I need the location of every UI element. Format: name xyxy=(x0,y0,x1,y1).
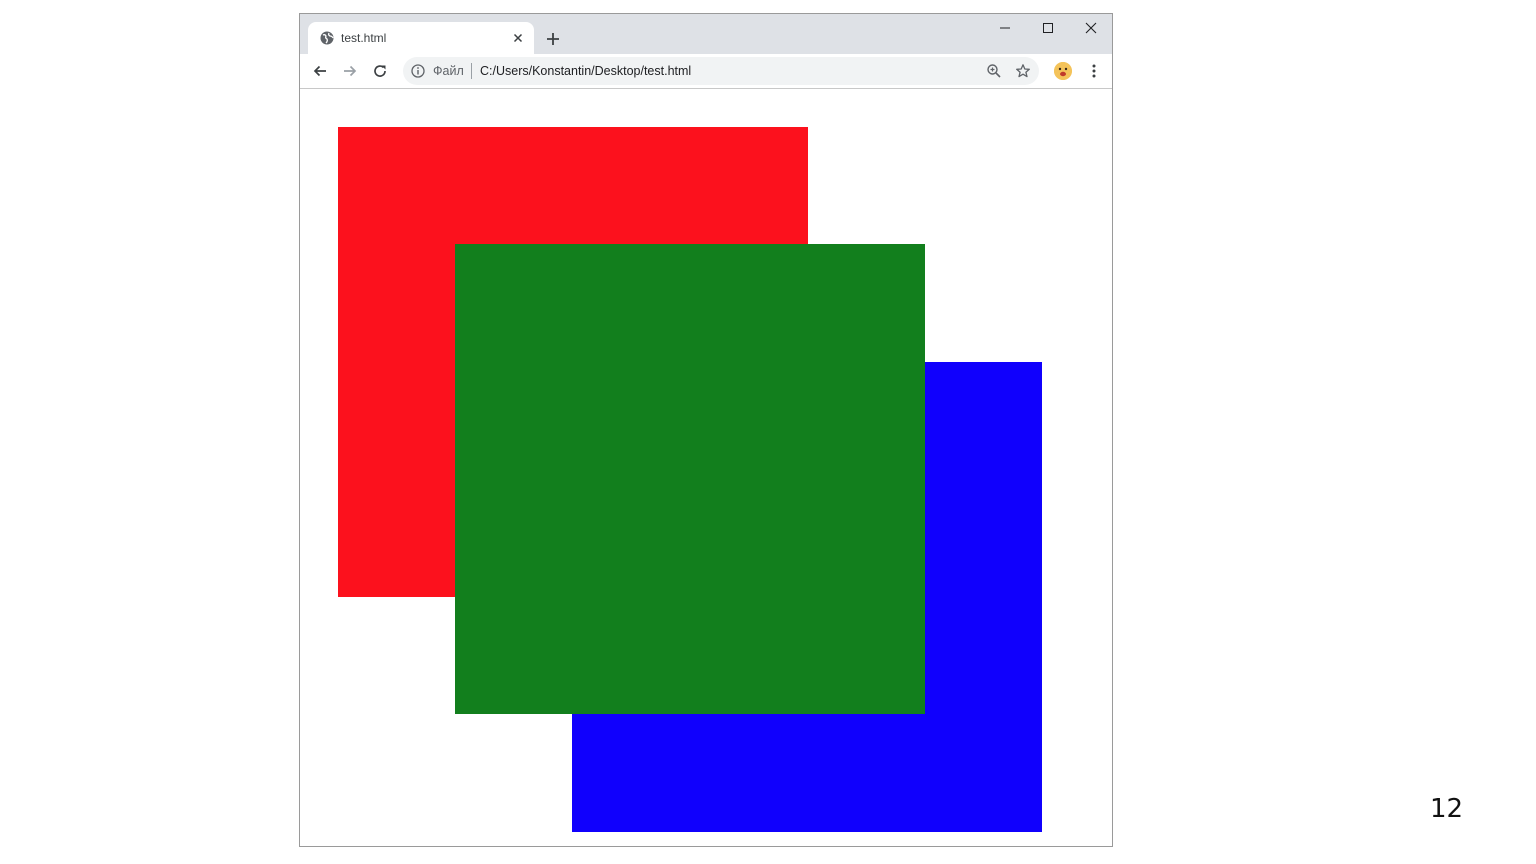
address-url[interactable]: C:/Users/Konstantin/Desktop/test.html xyxy=(480,64,691,78)
minimize-icon[interactable] xyxy=(983,14,1026,42)
avatar-icon[interactable] xyxy=(1054,62,1072,80)
address-separator xyxy=(471,63,472,79)
address-bar[interactable]: Файл C:/Users/Konstantin/Desktop/test.ht… xyxy=(403,57,1039,85)
star-icon[interactable] xyxy=(1015,63,1031,79)
browser-window: test.html Файл C:/Users/Konstantin/Deskt… xyxy=(299,13,1113,847)
info-icon[interactable] xyxy=(410,63,426,79)
browser-toolbar: Файл C:/Users/Konstantin/Desktop/test.ht… xyxy=(300,54,1112,89)
arrow-right-icon[interactable] xyxy=(340,61,360,81)
maximize-icon[interactable] xyxy=(1026,14,1069,42)
arrow-left-icon[interactable] xyxy=(310,61,330,81)
plus-icon[interactable] xyxy=(543,29,563,49)
slide-number: 12 xyxy=(1430,794,1464,824)
browser-tab[interactable]: test.html xyxy=(308,22,534,54)
slide: test.html Файл C:/Users/Konstantin/Deskt… xyxy=(0,0,1536,864)
globe-icon xyxy=(319,30,335,46)
close-icon[interactable] xyxy=(1069,14,1112,42)
address-scheme: Файл xyxy=(433,64,464,78)
page-viewport xyxy=(300,89,1112,846)
window-controls xyxy=(983,14,1112,44)
kebab-menu-icon[interactable] xyxy=(1086,62,1102,80)
browser-titlebar: test.html xyxy=(300,14,1112,54)
zoom-icon[interactable] xyxy=(986,63,1002,79)
tab-title: test.html xyxy=(341,31,387,45)
green-square xyxy=(455,244,925,714)
reload-icon[interactable] xyxy=(370,61,390,81)
close-icon[interactable] xyxy=(510,30,526,46)
